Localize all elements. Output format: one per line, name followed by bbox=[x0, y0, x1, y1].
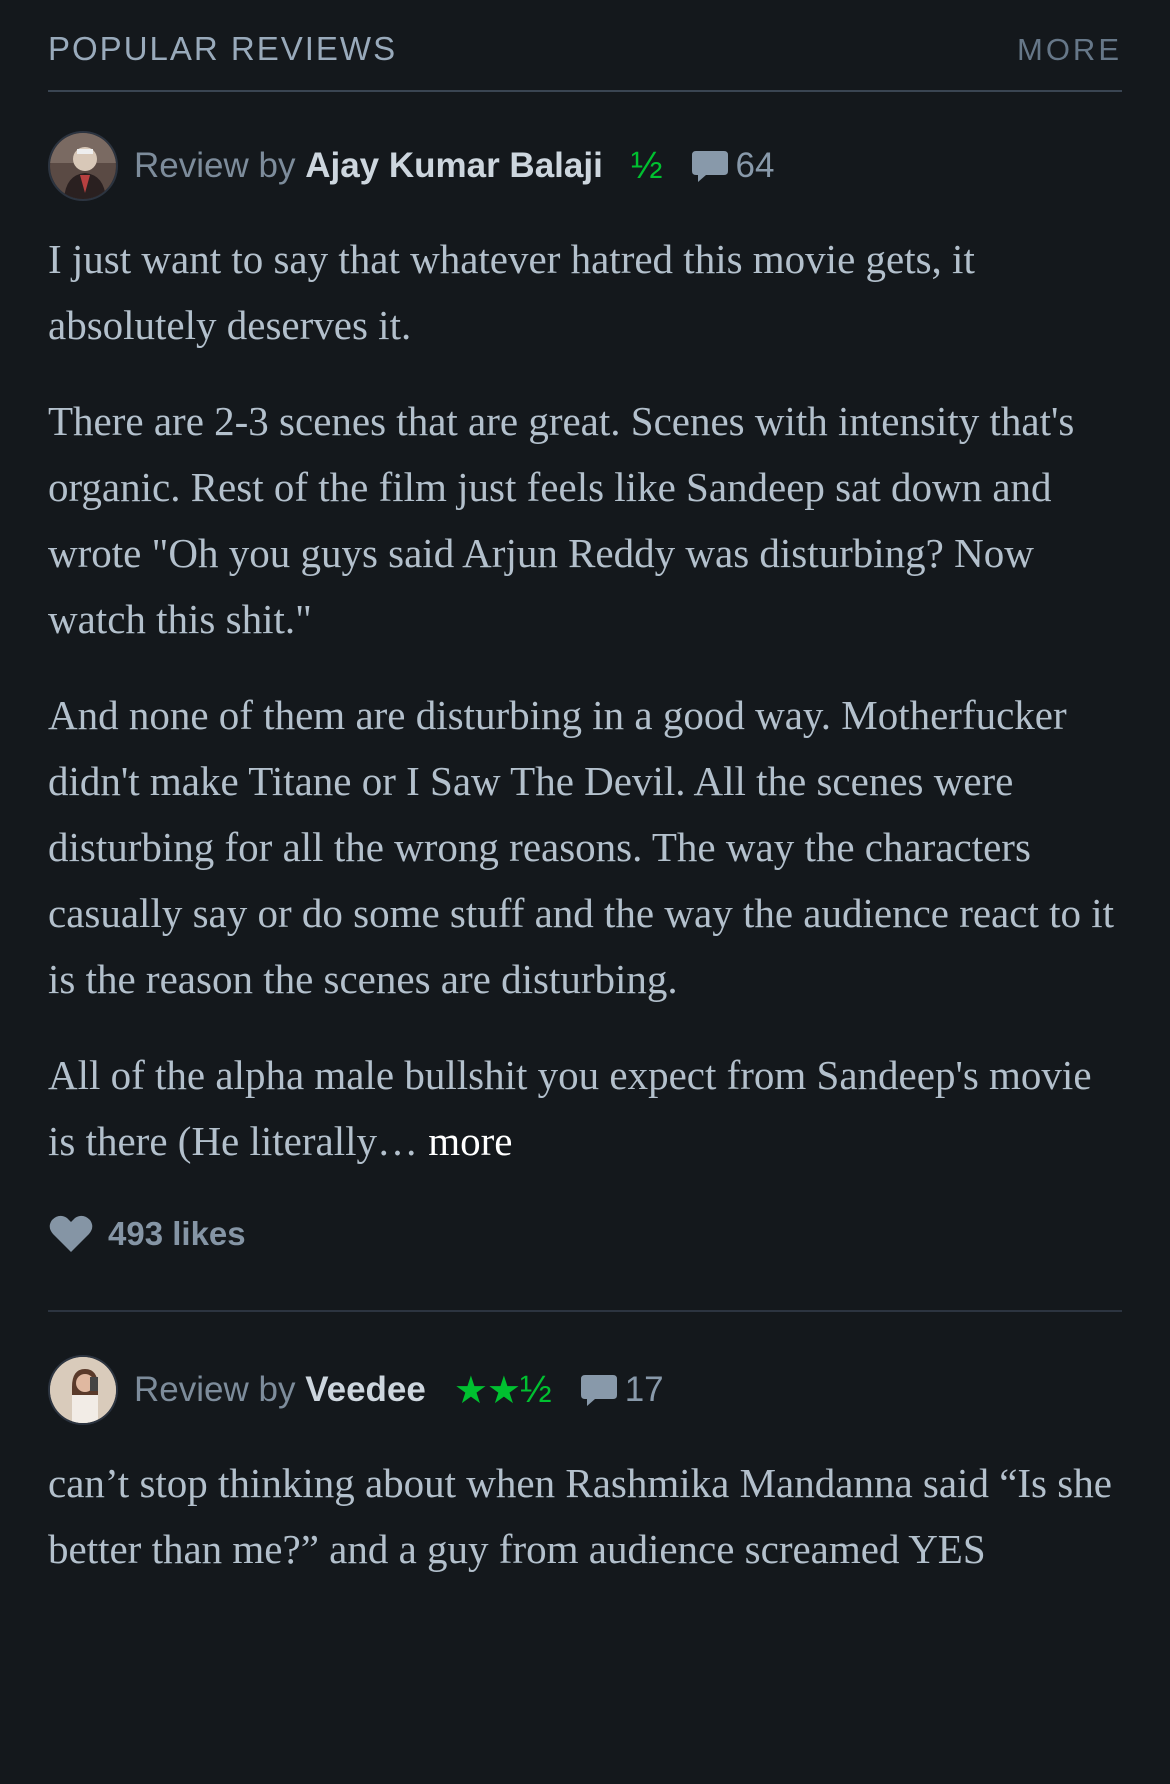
review-item: Review by Ajay Kumar Balaji ½ 64 I just … bbox=[48, 130, 1122, 1312]
rating: ½ bbox=[630, 144, 663, 188]
review-author[interactable]: Ajay Kumar Balaji bbox=[305, 146, 603, 185]
review-by-label: Review by bbox=[134, 146, 296, 185]
rating-half-star: ½ bbox=[519, 1368, 552, 1411]
review-paragraph-text: All of the alpha male bullshit you expec… bbox=[48, 1052, 1092, 1164]
heart-icon[interactable] bbox=[48, 1214, 94, 1254]
review-paragraph: can’t stop thinking about when Rashmika … bbox=[48, 1460, 1112, 1572]
review-header: Review by Ajay Kumar Balaji ½ 64 bbox=[48, 130, 1122, 202]
review-body: I just want to say that whatever hatred … bbox=[48, 226, 1122, 1174]
read-more-link[interactable]: more bbox=[428, 1118, 512, 1164]
speech-bubble-icon bbox=[691, 151, 728, 182]
review-byline: Review by Ajay Kumar Balaji bbox=[134, 146, 603, 186]
review-body: can’t stop thinking about when Rashmika … bbox=[48, 1450, 1122, 1582]
rating-stars: ★★ bbox=[453, 1369, 521, 1412]
rating-half-star: ½ bbox=[630, 144, 663, 187]
popular-reviews-section: POPULAR REVIEWS MORE Review by Ajay Kuma… bbox=[48, 0, 1122, 1612]
review-paragraph: There are 2-3 scenes that are great. Sce… bbox=[48, 398, 1075, 642]
comments-link[interactable]: 64 bbox=[690, 146, 775, 186]
comments-count: 64 bbox=[735, 146, 775, 185]
review-byline: Review by Veedee bbox=[134, 1370, 426, 1410]
likes-count: 493 likes bbox=[108, 1215, 246, 1252]
likes-row: 493 likes bbox=[48, 1204, 1122, 1264]
review-item: Review by Veedee ★★ ½ 17 can’t stop thin… bbox=[48, 1354, 1122, 1582]
comments-link[interactable]: 17 bbox=[579, 1370, 664, 1410]
review-divider bbox=[48, 1310, 1122, 1312]
review-author[interactable]: Veedee bbox=[305, 1370, 426, 1409]
comments-count: 17 bbox=[624, 1370, 664, 1409]
speech-bubble-icon bbox=[580, 1375, 617, 1406]
more-reviews-link[interactable]: MORE bbox=[1017, 32, 1122, 68]
review-header: Review by Veedee ★★ ½ 17 bbox=[48, 1354, 1122, 1426]
review-paragraph: And none of them are disturbing in a goo… bbox=[48, 692, 1115, 1002]
section-title: POPULAR REVIEWS bbox=[48, 30, 398, 67]
avatar[interactable] bbox=[48, 131, 118, 201]
rating: ★★ ½ bbox=[453, 1368, 552, 1413]
avatar[interactable] bbox=[48, 1355, 118, 1425]
review-paragraph: I just want to say that whatever hatred … bbox=[48, 236, 975, 348]
review-by-label: Review by bbox=[134, 1370, 296, 1409]
section-header: POPULAR REVIEWS MORE bbox=[48, 0, 1122, 92]
review-paragraph-last: All of the alpha male bullshit you expec… bbox=[48, 1042, 1122, 1174]
